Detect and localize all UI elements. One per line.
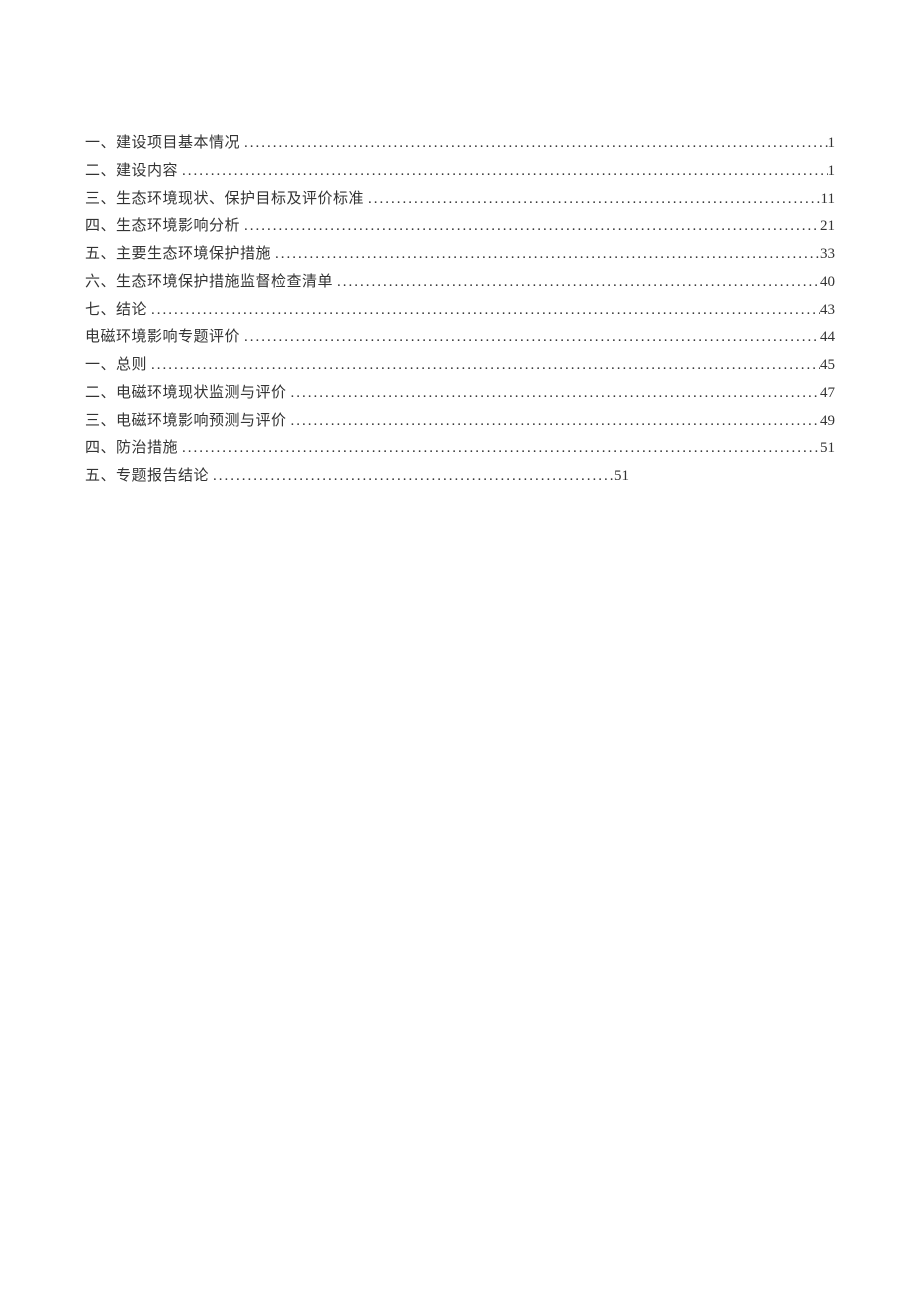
toc-leader-dots: [240, 130, 827, 158]
toc-entry: 五、专题报告结论 51: [85, 463, 835, 491]
toc-title: 二、建设内容: [85, 158, 178, 186]
toc-title: 五、主要生态环境保护措施: [85, 241, 271, 269]
toc-entry: 二、建设内容 1: [85, 158, 835, 186]
toc-leader-dots: [333, 269, 820, 297]
toc-title: 五、专题报告结论: [85, 463, 209, 491]
toc-page-number: 1: [828, 130, 836, 158]
toc-entry: 二、电磁环境现状监测与评价 47: [85, 380, 835, 408]
toc-leader-dots: [287, 408, 820, 436]
toc-leader-dots: [271, 241, 820, 269]
toc-page-number: 43: [820, 297, 835, 325]
toc-leader-dots: [209, 463, 614, 491]
toc-title: 三、电磁环境影响预测与评价: [85, 408, 287, 436]
toc-page-number: 47: [820, 380, 835, 408]
toc-entry: 电磁环境影响专题评价 44: [85, 324, 835, 352]
toc-leader-dots: [178, 158, 827, 186]
toc-title: 二、电磁环境现状监测与评价: [85, 380, 287, 408]
toc-leader-dots: [147, 297, 820, 325]
toc-title: 三、生态环境现状、保护目标及评价标准: [85, 186, 364, 214]
toc-entry: 三、电磁环境影响预测与评价 49: [85, 408, 835, 436]
toc-page-number: 49: [820, 408, 835, 436]
toc-leader-dots: [147, 352, 820, 380]
toc-page-number: 11: [821, 186, 835, 214]
toc-page-number: 51: [820, 435, 835, 463]
toc-leader-dots: [287, 380, 820, 408]
toc-entry: 四、防治措施 51: [85, 435, 835, 463]
toc-title: 电磁环境影响专题评价: [85, 324, 240, 352]
toc-leader-dots: [364, 186, 821, 214]
toc-entry: 一、建设项目基本情况 1: [85, 130, 835, 158]
toc-entry: 六、生态环境保护措施监督检查清单 40: [85, 269, 835, 297]
toc-title: 四、防治措施: [85, 435, 178, 463]
toc-title: 一、建设项目基本情况: [85, 130, 240, 158]
toc-entry: 七、结论 43: [85, 297, 835, 325]
toc-entry: 三、生态环境现状、保护目标及评价标准 11: [85, 186, 835, 214]
toc-page-number: 44: [820, 324, 835, 352]
toc-title: 四、生态环境影响分析: [85, 213, 240, 241]
toc-entry: 五、主要生态环境保护措施 33: [85, 241, 835, 269]
toc-entry: 四、生态环境影响分析 21: [85, 213, 835, 241]
toc-page-number: 33: [820, 241, 835, 269]
toc-page-number: 40: [820, 269, 835, 297]
toc-leader-dots: [178, 435, 820, 463]
toc-page-number: 21: [820, 213, 835, 241]
toc-title: 六、生态环境保护措施监督检查清单: [85, 269, 333, 297]
toc-title: 七、结论: [85, 297, 147, 325]
toc-leader-dots: [240, 324, 820, 352]
toc-leader-dots: [240, 213, 820, 241]
table-of-contents: 一、建设项目基本情况 1 二、建设内容 1 三、生态环境现状、保护目标及评价标准…: [85, 130, 835, 491]
toc-page-number: 51: [614, 463, 629, 491]
toc-entry: 一、总则 45: [85, 352, 835, 380]
toc-title: 一、总则: [85, 352, 147, 380]
toc-page-number: 1: [828, 158, 836, 186]
toc-page-number: 45: [820, 352, 835, 380]
